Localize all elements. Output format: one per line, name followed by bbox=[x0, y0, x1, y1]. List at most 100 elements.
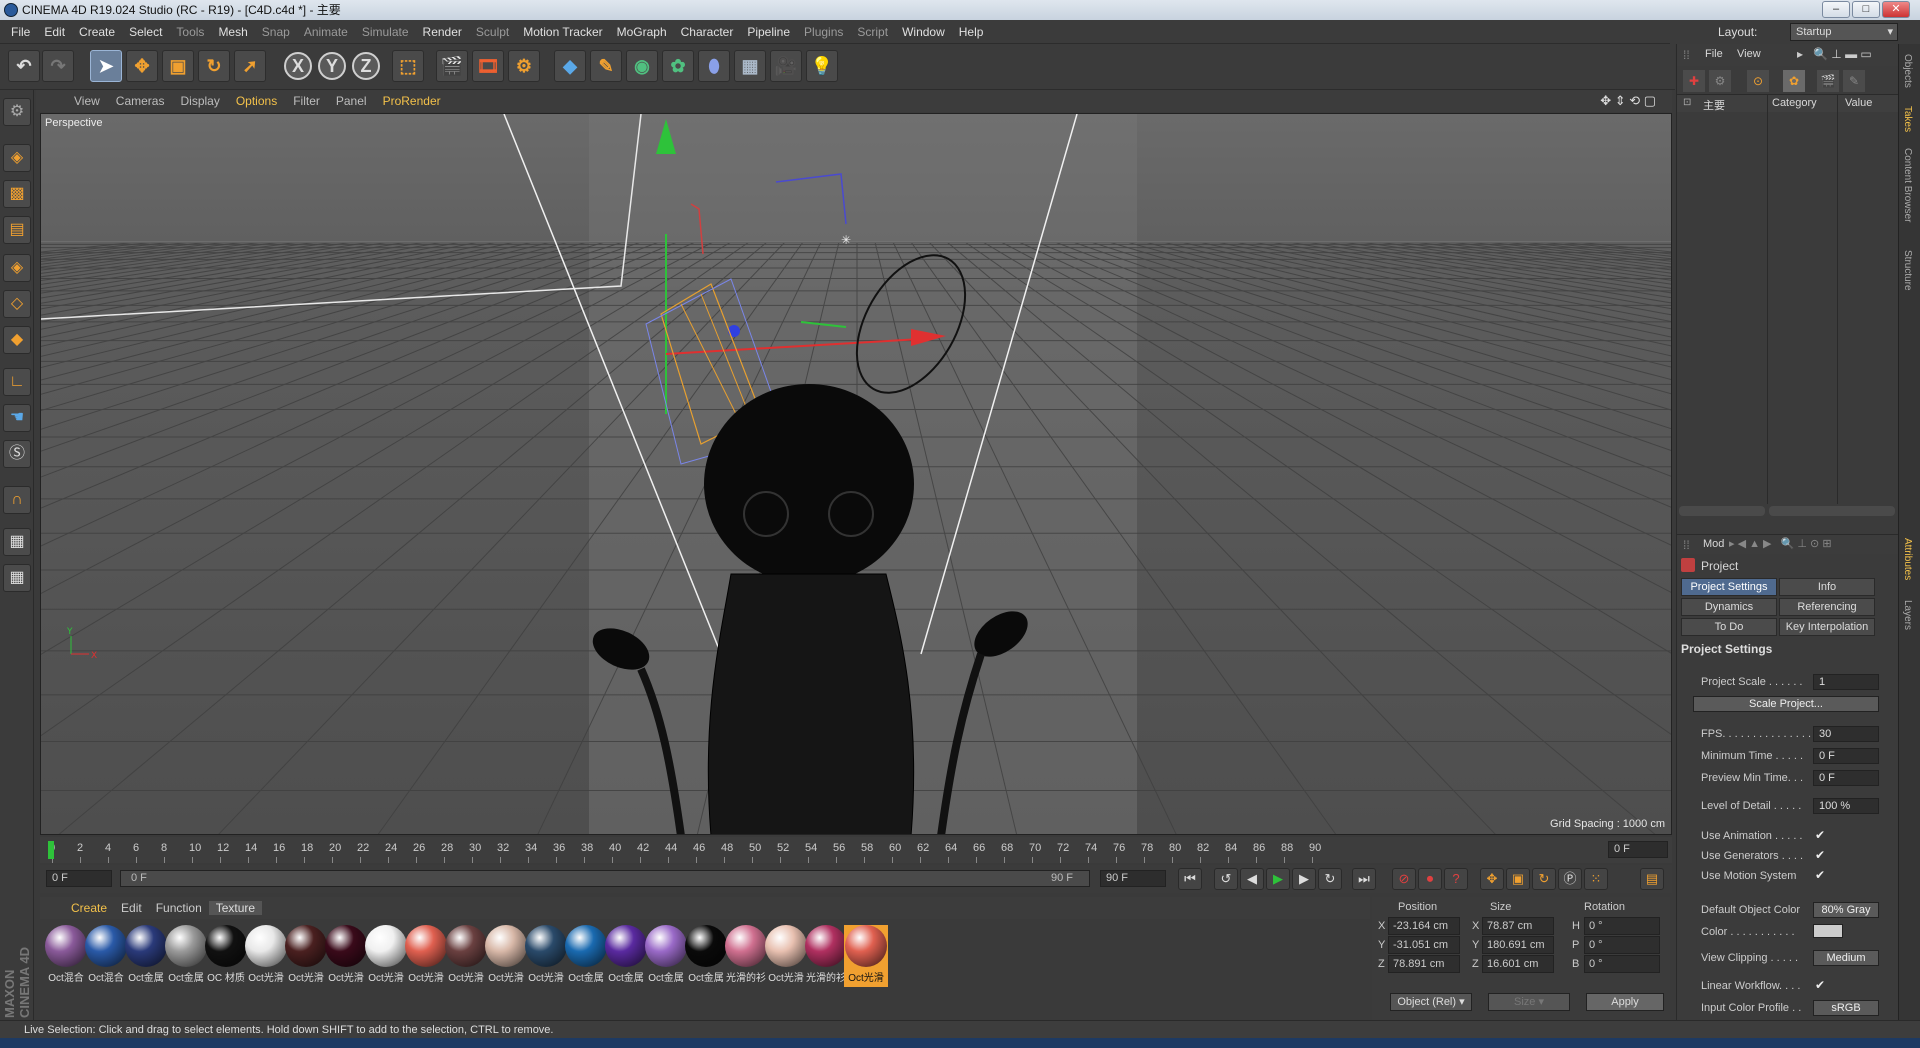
material-swatch[interactable]: Oct光滑 bbox=[444, 925, 488, 987]
obj-menu-file[interactable]: File bbox=[1705, 48, 1723, 60]
solo-icon[interactable]: Ⓢ bbox=[3, 440, 31, 468]
use-motion-system-checkbox[interactable]: ✔ bbox=[1815, 868, 1825, 882]
expand-icon[interactable]: ⊡ bbox=[1683, 97, 1691, 108]
color-swatch[interactable] bbox=[1813, 924, 1843, 938]
close-button[interactable]: ✕ bbox=[1882, 1, 1910, 18]
prev-key-icon[interactable]: ↺ bbox=[1214, 868, 1238, 890]
menu-window[interactable]: Window bbox=[895, 25, 952, 39]
snap-magnet-icon[interactable]: ∩ bbox=[3, 486, 31, 514]
coordinate-mode-select[interactable]: Object (Rel) ▾ bbox=[1390, 993, 1472, 1011]
material-swatch[interactable]: Oct光滑 bbox=[844, 925, 888, 987]
horizontal-scrollbar[interactable] bbox=[1769, 506, 1895, 516]
tab-info[interactable]: Info bbox=[1779, 578, 1875, 596]
size-field[interactable]: 78.87 cm bbox=[1482, 917, 1554, 935]
mat-menu-texture[interactable]: Texture bbox=[208, 901, 263, 915]
tab-project-settings[interactable]: Project Settings bbox=[1681, 578, 1777, 596]
fps-field[interactable]: 30 bbox=[1813, 726, 1879, 742]
coordinate-system-icon[interactable]: ⬚ bbox=[392, 50, 424, 82]
play-icon[interactable]: ▶ bbox=[1266, 868, 1290, 890]
material-swatch[interactable]: Oct光滑 bbox=[524, 925, 568, 987]
cube-icon[interactable]: ◆ bbox=[554, 50, 586, 82]
material-swatch[interactable]: Oct金属 bbox=[124, 925, 168, 987]
record-key-icon[interactable]: ⊘ bbox=[1392, 868, 1416, 890]
rotate-icon[interactable]: ↻ bbox=[198, 50, 230, 82]
linear-workflow-checkbox[interactable]: ✔ bbox=[1815, 978, 1825, 992]
horizontal-scrollbar[interactable] bbox=[1679, 506, 1765, 516]
side-tab-structure[interactable]: Structure bbox=[1902, 250, 1913, 291]
material-swatch[interactable]: Oct光滑 bbox=[404, 925, 448, 987]
material-swatch[interactable]: OC 材质 bbox=[204, 925, 248, 987]
menu-file[interactable]: File bbox=[4, 25, 37, 39]
mat-menu-function[interactable]: Function bbox=[149, 901, 209, 915]
timeline-ruler[interactable]: 0246810121416182022242628303234363840424… bbox=[40, 837, 1672, 863]
side-tab-attributes[interactable]: Attributes bbox=[1902, 538, 1913, 580]
playhead[interactable] bbox=[48, 841, 54, 859]
override-icon[interactable]: ⊙ bbox=[1747, 70, 1769, 92]
workplane-lock-icon[interactable]: ▦ bbox=[3, 528, 31, 556]
keyframe-selection-icon[interactable]: ? bbox=[1444, 868, 1468, 890]
timeline-window-icon[interactable]: ▤ bbox=[1640, 868, 1664, 890]
live-selection-icon[interactable]: ➤ bbox=[90, 50, 122, 82]
auto-key-icon[interactable]: ⏺ bbox=[1418, 868, 1442, 890]
material-swatch[interactable]: Oct混合 bbox=[84, 925, 128, 987]
menu-snap[interactable]: Snap bbox=[255, 25, 297, 39]
menu-animate[interactable]: Animate bbox=[297, 25, 355, 39]
redo-icon[interactable]: ↷ bbox=[42, 50, 74, 82]
frame-range-slider[interactable]: 0 F 90 F bbox=[120, 870, 1090, 887]
vp-menu-cameras[interactable]: Cameras bbox=[108, 94, 173, 108]
apply-button[interactable]: Apply bbox=[1586, 993, 1664, 1011]
cloner-icon[interactable]: ✿ bbox=[662, 50, 694, 82]
scale-icon[interactable]: ▣ bbox=[162, 50, 194, 82]
level-of-detail-field[interactable]: 100 % bbox=[1813, 798, 1879, 814]
rotation-field[interactable]: 0 ° bbox=[1584, 955, 1660, 973]
vp-menu-display[interactable]: Display bbox=[172, 94, 227, 108]
model-mode-icon[interactable]: ◈ bbox=[3, 144, 31, 172]
axis-mode-icon[interactable]: ∟ bbox=[3, 368, 31, 396]
workplane-mode-icon[interactable]: ▤ bbox=[3, 216, 31, 244]
menu-pipeline[interactable]: Pipeline bbox=[740, 25, 797, 39]
tab-dynamics[interactable]: Dynamics bbox=[1681, 598, 1777, 616]
pen-spline-icon[interactable]: ✎ bbox=[590, 50, 622, 82]
perspective-viewport[interactable]: ✳ Y X Perspective Grid Spacing : 1000 cm bbox=[40, 113, 1672, 835]
menu-tools[interactable]: Tools bbox=[169, 25, 211, 39]
rotation-field[interactable]: 0 ° bbox=[1584, 917, 1660, 935]
use-generators-checkbox[interactable]: ✔ bbox=[1815, 848, 1825, 862]
edit-render-settings-icon[interactable]: ⚙ bbox=[508, 50, 540, 82]
scale-project-button[interactable]: Scale Project... bbox=[1693, 696, 1879, 712]
material-swatch[interactable]: Oct光滑 bbox=[484, 925, 528, 987]
preview-min-time-field[interactable]: 0 F bbox=[1813, 770, 1879, 786]
material-swatch[interactable]: Oct混合 bbox=[44, 925, 88, 987]
auto-take-icon[interactable]: ✿ bbox=[1783, 70, 1805, 92]
layout-select[interactable]: Startup ▾ bbox=[1790, 23, 1898, 41]
input-color-profile-select[interactable]: sRGB bbox=[1813, 1000, 1879, 1016]
mat-menu-edit[interactable]: Edit bbox=[114, 901, 149, 915]
recent-tool-icon[interactable]: ➚ bbox=[234, 50, 266, 82]
menu-mograph[interactable]: MoGraph bbox=[610, 25, 674, 39]
minimize-button[interactable]: – bbox=[1822, 1, 1850, 18]
take-clone-icon[interactable]: ⚙ bbox=[1709, 70, 1731, 92]
vp-menu-filter[interactable]: Filter bbox=[285, 94, 328, 108]
next-key-icon[interactable]: ↻ bbox=[1318, 868, 1342, 890]
vp-menu-options[interactable]: Options bbox=[228, 94, 285, 108]
edges-mode-icon[interactable]: ◇ bbox=[3, 290, 31, 318]
vp-menu-view[interactable]: View bbox=[66, 94, 108, 108]
side-tab-content-browser[interactable]: Content Browser bbox=[1902, 148, 1913, 222]
material-swatch[interactable]: Oct光滑 bbox=[284, 925, 328, 987]
default-object-color-select[interactable]: 80% Gray bbox=[1813, 902, 1879, 918]
maximize-button[interactable]: □ bbox=[1852, 1, 1880, 18]
menu-simulate[interactable]: Simulate bbox=[355, 25, 416, 39]
make-editable-icon[interactable]: ⚙ bbox=[3, 98, 31, 126]
menu-sculpt[interactable]: Sculpt bbox=[469, 25, 516, 39]
size-field[interactable]: 180.691 cm bbox=[1482, 936, 1554, 954]
takes-root[interactable]: 主要 bbox=[1703, 97, 1725, 113]
points-mode-icon[interactable]: ◈ bbox=[3, 254, 31, 282]
render-view-icon[interactable]: 🎬 bbox=[436, 50, 468, 82]
material-swatch[interactable]: Oct光滑 bbox=[364, 925, 408, 987]
key-rotation-icon[interactable]: ↻ bbox=[1532, 868, 1556, 890]
attr-nav-icons[interactable]: ▸ ◀ ▲ ▶ 🔍 ⊥ ⊙ ⊞ bbox=[1729, 537, 1832, 550]
side-tab-layers[interactable]: Layers bbox=[1902, 600, 1913, 630]
menu-select[interactable]: Select bbox=[122, 25, 169, 39]
vp-menu-panel[interactable]: Panel bbox=[328, 94, 375, 108]
position-field[interactable]: -23.164 cm bbox=[1388, 917, 1460, 935]
render-picture-viewer-icon[interactable]: 🎞 bbox=[472, 50, 504, 82]
